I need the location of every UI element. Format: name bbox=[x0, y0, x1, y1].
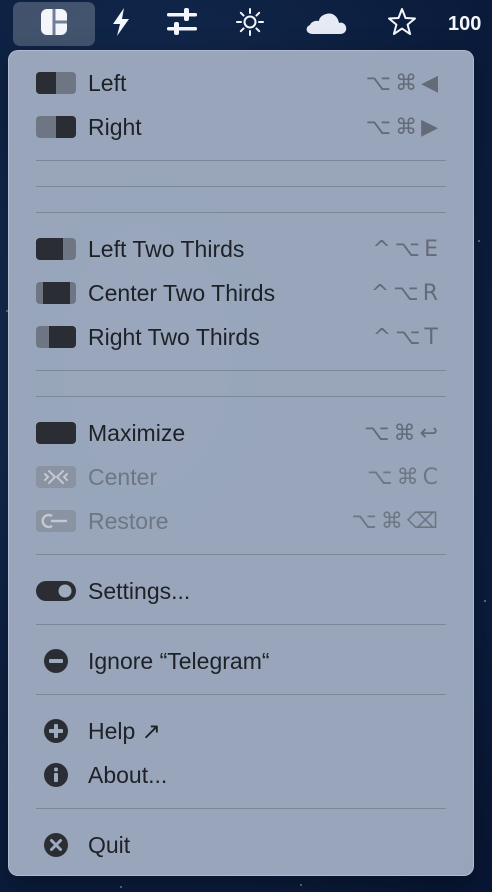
menu-item-label: Center Two Thirds bbox=[88, 279, 276, 306]
separator bbox=[36, 212, 446, 213]
menu-item-restore[interactable]: Restore ⌥⌘⌫ bbox=[8, 499, 474, 543]
separator bbox=[36, 396, 446, 397]
star-icon bbox=[387, 7, 417, 42]
menu-item-right[interactable]: Right ⌥⌘▶ bbox=[8, 105, 474, 149]
separator bbox=[36, 808, 446, 809]
menu-item-right-two-thirds[interactable]: Right Two Thirds ^⌥T bbox=[8, 315, 474, 359]
left-half-icon bbox=[36, 72, 76, 94]
menu-item-shortcut: ^⌥T bbox=[372, 324, 442, 350]
brightness-status-item[interactable] bbox=[230, 2, 270, 46]
menu-item-shortcut: ^⌥R bbox=[370, 280, 442, 306]
menu-item-label: Right Two Thirds bbox=[88, 323, 260, 350]
menu-item-shortcut: ⌥⌘⌫ bbox=[351, 508, 442, 534]
separator bbox=[36, 694, 446, 695]
battery-percentage[interactable]: 100 bbox=[448, 2, 492, 46]
bolt-status-item[interactable] bbox=[104, 2, 138, 46]
cloud-status-item[interactable] bbox=[300, 2, 352, 46]
right-half-icon bbox=[36, 116, 76, 138]
bolt-icon bbox=[110, 7, 132, 42]
menu-item-label: About... bbox=[88, 761, 168, 788]
menu-item-quit[interactable]: Quit bbox=[8, 823, 474, 867]
separator bbox=[36, 554, 446, 555]
center-two-thirds-icon bbox=[36, 282, 76, 304]
menu-item-shortcut: ^⌥E bbox=[372, 236, 442, 262]
plus-circle-icon bbox=[36, 719, 76, 743]
separator bbox=[36, 186, 446, 187]
menu-item-left-two-thirds[interactable]: Left Two Thirds ^⌥E bbox=[8, 227, 474, 271]
menu-bar: 100 bbox=[0, 0, 492, 48]
menu-item-settings[interactable]: Settings... bbox=[8, 569, 474, 613]
rectangle-app-icon bbox=[40, 8, 68, 41]
menu-item-label: Ignore “Telegram“ bbox=[88, 647, 270, 674]
menu-item-shortcut: ⌥⌘▶ bbox=[365, 114, 442, 140]
info-circle-icon bbox=[36, 763, 76, 787]
menu-item-label: Center bbox=[88, 463, 158, 490]
center-icon bbox=[36, 466, 76, 488]
menu-item-shortcut: ⌥⌘↩ bbox=[364, 420, 442, 446]
menu-item-left[interactable]: Left ⌥⌘◀ bbox=[8, 61, 474, 105]
menu-item-label: Restore bbox=[88, 507, 169, 534]
rectangle-app-menu-button[interactable] bbox=[13, 2, 95, 46]
maximize-icon bbox=[36, 422, 76, 444]
menu-item-shortcut: ⌥⌘◀ bbox=[365, 70, 442, 96]
separator bbox=[36, 624, 446, 625]
menu-item-shortcut: ⌥⌘C bbox=[367, 464, 442, 490]
menu-item-center[interactable]: Center ⌥⌘C bbox=[8, 455, 474, 499]
menu-item-label: Settings... bbox=[88, 577, 191, 604]
brightness-icon bbox=[235, 7, 265, 42]
menu-item-label: Quit bbox=[88, 831, 131, 858]
menu-item-label: Maximize bbox=[88, 419, 186, 446]
menu-item-about[interactable]: About... bbox=[8, 753, 474, 797]
menu-item-label: Help ↗ bbox=[88, 717, 161, 744]
separator bbox=[36, 160, 446, 161]
menu-item-help[interactable]: Help ↗ bbox=[8, 709, 474, 753]
control-center-status-item[interactable] bbox=[160, 2, 204, 46]
sliders-icon bbox=[165, 7, 199, 42]
menu-item-maximize[interactable]: Maximize ⌥⌘↩ bbox=[8, 411, 474, 455]
close-circle-icon bbox=[36, 833, 76, 857]
menu-item-label: Left bbox=[88, 69, 127, 96]
restore-icon bbox=[36, 510, 76, 532]
separator bbox=[36, 370, 446, 371]
cloud-icon bbox=[304, 9, 348, 40]
right-two-thirds-icon bbox=[36, 326, 76, 348]
menu-item-label: Right bbox=[88, 113, 142, 140]
left-two-thirds-icon bbox=[36, 238, 76, 260]
menu-item-label: Left Two Thirds bbox=[88, 235, 245, 262]
minus-circle-icon bbox=[36, 649, 76, 673]
rectangle-dropdown-menu: Left ⌥⌘◀ Right ⌥⌘▶ Left Two Thirds ^⌥E C… bbox=[8, 50, 474, 876]
toggle-icon bbox=[36, 580, 76, 602]
menu-item-ignore-app[interactable]: Ignore “Telegram“ bbox=[8, 639, 474, 683]
menu-item-center-two-thirds[interactable]: Center Two Thirds ^⌥R bbox=[8, 271, 474, 315]
star-status-item[interactable] bbox=[382, 2, 422, 46]
